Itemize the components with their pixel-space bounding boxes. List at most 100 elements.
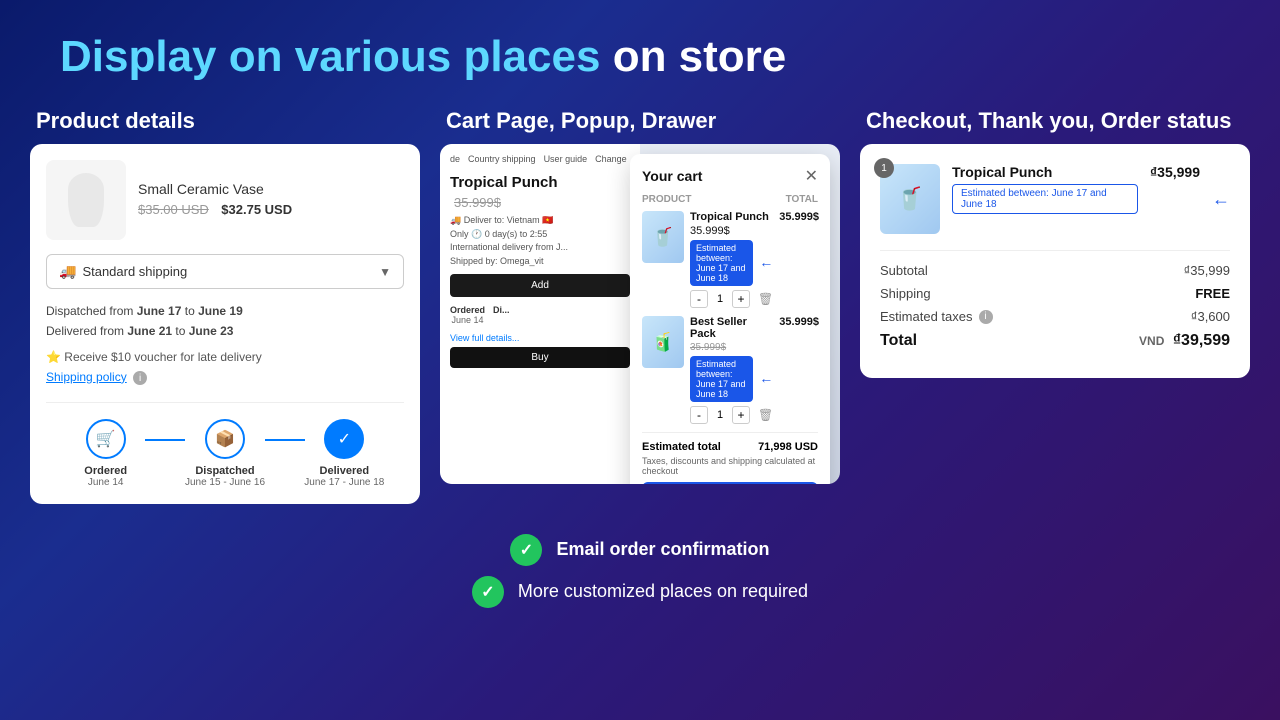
add-to-cart-btn[interactable]: Add [450, 274, 630, 297]
item1-image: 🥤 [642, 211, 684, 263]
checkout-summary: Subtotal ₫35,999 Shipping FREE Estimated… [880, 250, 1230, 350]
dispatched-label: Dispatched [165, 465, 284, 477]
store-ordered-label: Ordered [450, 305, 485, 315]
arrow-icon-1: ← [759, 254, 773, 270]
checkout-button[interactable]: Check out [642, 482, 818, 484]
bottom-item-1: ✓ Email order confirmation [510, 534, 769, 566]
total-value-group: VND ₫39,599 [1139, 332, 1230, 350]
timeline: 🛒 Ordered June 14 📦 Dispatched June 15 -… [46, 402, 404, 488]
nav-guide: User guide [544, 154, 588, 164]
item2-estimated-badge: Estimated between:June 17 and June 18 [690, 356, 753, 402]
delivered-to: June 23 [189, 324, 234, 338]
qty-increase-2[interactable]: + [732, 406, 750, 424]
check-icon-1: ✓ [510, 534, 542, 566]
buy-btn[interactable]: Buy [450, 347, 630, 368]
subtotal-value: ₫35,999 [1184, 263, 1230, 278]
timeline-ordered: 🛒 Ordered June 14 [46, 419, 165, 488]
total-row: Total VND ₫39,599 [880, 332, 1230, 350]
ordered-label: Ordered [46, 465, 165, 477]
product-info: Small Ceramic Vase $35.00 USD $32.75 USD [138, 181, 292, 219]
cart-columns: PRODUCT TOTAL [642, 194, 818, 205]
est-total-row: Estimated total 71,998 USD [642, 441, 818, 453]
delete-icon-1[interactable]: 🗑 [758, 292, 773, 306]
dispatch-from: June 17 [137, 304, 182, 318]
store-bg: de Country shipping User guide Change Tr… [440, 144, 640, 484]
product-name: Small Ceramic Vase [138, 181, 292, 197]
product-details-label: Product details [30, 108, 420, 134]
item2-price-old: 35.999$ [690, 342, 726, 353]
taxes-info-icon: i [979, 310, 993, 324]
est-total-note: Taxes, discounts and shipping calculated… [642, 456, 818, 476]
item1-controls: - 1 + 🗑 [690, 290, 773, 308]
item1-name: Tropical Punch [690, 211, 773, 223]
voucher-text: Receive $10 voucher for late delivery [64, 350, 261, 364]
bottom-label-1: Email order confirmation [556, 539, 769, 560]
price-new: $32.75 USD [221, 202, 292, 217]
checkout-item-row: 1 🥤 Tropical Punch Estimated between: Ju… [880, 164, 1230, 234]
col-total: TOTAL [786, 194, 818, 205]
cart-popup: Your cart ✕ PRODUCT TOTAL 🥤 Tropical Pun… [630, 154, 830, 484]
cart-item-2: 🧃 Best Seller Pack 35.999$ Estimated bet… [642, 316, 818, 424]
cards-row: Product details Small Ceramic Vase $35.0… [0, 98, 1280, 514]
total-value: ₫39,599 [1173, 332, 1230, 349]
chevron-down-icon: ▼ [379, 265, 391, 279]
view-details-link[interactable]: View full details... [450, 333, 630, 343]
bottom-item-2: ✓ More customized places on required [472, 576, 808, 608]
shipping-policy-link[interactable]: Shipping policy [46, 370, 127, 384]
checkout-section-label: Checkout, Thank you, Order status [860, 108, 1250, 134]
est-total-value: 71,998 USD [758, 441, 818, 453]
product-card: Small Ceramic Vase $35.00 USD $32.75 USD… [30, 144, 420, 504]
qty-value-2: 1 [712, 409, 728, 421]
store-small-text: 🚚 Deliver to: Vietnam 🇻🇳 Only 🕐 0 day(s)… [450, 214, 630, 268]
item2-total: 35.999$ [779, 316, 819, 328]
product-image [46, 160, 126, 240]
store-product-title: Tropical Punch [450, 174, 630, 191]
close-icon[interactable]: ✕ [805, 166, 818, 186]
item1-total: 35.999$ [779, 211, 819, 223]
cart-popup-header: Your cart ✕ [642, 166, 818, 186]
qty-decrease-2[interactable]: - [690, 406, 708, 424]
qty-decrease-1[interactable]: - [690, 290, 708, 308]
item1-price: 35.999$ [690, 225, 773, 237]
subtotal-row: Subtotal ₫35,999 [880, 263, 1230, 278]
checkout-item-name: Tropical Punch [952, 164, 1138, 180]
subtotal-label: Subtotal [880, 263, 928, 278]
timeline-delivered: ✓ Delivered June 17 - June 18 [285, 419, 404, 488]
dispatch-info: Dispatched from June 17 to June 19 Deliv… [46, 301, 404, 342]
title-highlight: Display on various places [60, 32, 600, 81]
checkout-estimated-badge: Estimated between: June 17 and June 18 [952, 184, 1138, 214]
checkout-item-info: Tropical Punch Estimated between: June 1… [952, 164, 1138, 214]
taxes-row: Estimated taxes i ₫3,600 [880, 309, 1230, 324]
product-header: Small Ceramic Vase $35.00 USD $32.75 USD [46, 160, 404, 240]
ordered-date: June 14 [46, 477, 165, 488]
nav-country: Country shipping [468, 154, 536, 164]
nav-change: Change [595, 154, 627, 164]
taxes-value: ₫3,600 [1191, 309, 1230, 324]
product-prices: $35.00 USD $32.75 USD [138, 201, 292, 219]
qty-value-1: 1 [712, 293, 728, 305]
qty-increase-1[interactable]: + [732, 290, 750, 308]
checkout-arrow-icon: ← [1212, 189, 1230, 210]
checkout-card: 1 🥤 Tropical Punch Estimated between: Ju… [860, 144, 1250, 378]
dispatched-icon: 📦 [205, 419, 245, 459]
item-badge: 1 [874, 158, 894, 178]
cart-title: Your cart [642, 168, 702, 184]
title-regular: on store [613, 32, 787, 81]
est-total-label: Estimated total [642, 441, 721, 453]
shipping-select[interactable]: 🚚 Standard shipping ▼ [46, 254, 404, 289]
bottom-section: ✓ Email order confirmation ✓ More custom… [0, 514, 1280, 608]
store-product-price: 35.999$ [450, 195, 630, 210]
delete-icon-2[interactable]: 🗑 [758, 408, 773, 422]
checkout-item-image: 1 🥤 [880, 164, 940, 234]
item2-controls: - 1 + 🗑 [690, 406, 773, 424]
timeline-dispatched: 📦 Dispatched June 15 - June 16 [165, 419, 284, 488]
shipping-label: Standard shipping [82, 264, 187, 279]
header: Display on various places on store [0, 0, 1280, 98]
total-label: Total [880, 332, 917, 350]
cart-item-1: 🥤 Tropical Punch 35.999$ Estimated betwe… [642, 211, 818, 308]
taxes-label-group: Estimated taxes i [880, 309, 993, 324]
vase-shape [68, 173, 104, 227]
store-ordered-date: June 14 [450, 315, 485, 325]
item2-image: 🧃 [642, 316, 684, 368]
item2-details: Best Seller Pack 35.999$ Estimated betwe… [690, 316, 773, 424]
